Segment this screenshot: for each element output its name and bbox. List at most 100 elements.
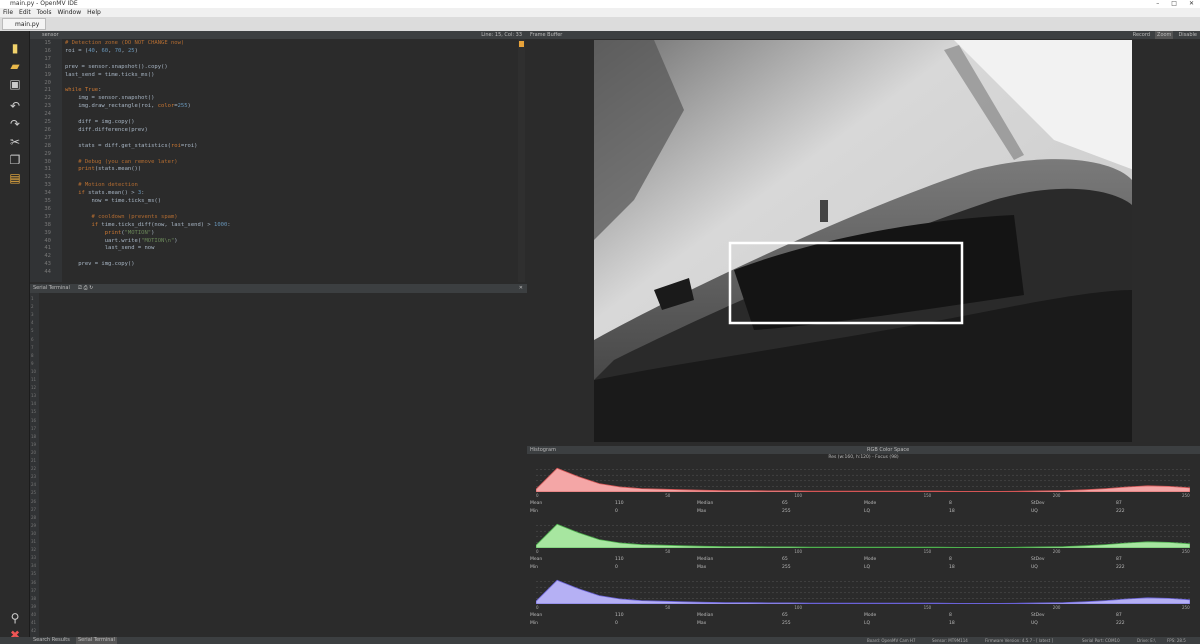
code-line: if time.ticks_diff(now, last_send) > 100… (65, 222, 230, 228)
connect-icon[interactable]: ⚲ (7, 611, 23, 625)
serial-line-number: 37 (31, 587, 37, 593)
code-token: 40 (88, 47, 95, 54)
line-number: 41 (44, 245, 51, 252)
code-token: roi (170, 142, 181, 149)
window-title: main.py - OpenMV IDE (10, 0, 78, 7)
line-number: 20 (44, 79, 51, 86)
line-number: 30 (44, 158, 51, 165)
code-token: stats = diff.get_statistics( (65, 142, 171, 149)
code-line: prev = sensor.snapshot().copy() (65, 64, 168, 70)
stat-value: 65 (782, 501, 788, 506)
close-icon[interactable]: ✕ (1189, 0, 1194, 8)
line-number: 34 (44, 190, 51, 197)
stat-label: Mean (530, 501, 543, 506)
line-number: 37 (44, 213, 51, 220)
line-number: 19 (44, 71, 51, 78)
x-tick-label: 250 (1182, 549, 1190, 554)
editor-document-label[interactable]: sensor (42, 31, 59, 39)
editor-scrollbar[interactable] (518, 39, 525, 282)
serial-line-number: 27 (31, 506, 37, 512)
x-tick-label: 0 (536, 549, 539, 554)
code-token: now = time.ticks_ms() (65, 198, 162, 204)
code-token: prev = sensor.snapshot().copy() (65, 63, 168, 70)
histogram-b (536, 576, 1190, 604)
code-token: 255 (177, 103, 188, 110)
menu-window[interactable]: Window (57, 8, 81, 17)
code-token: last_send = time.ticks_ms() (65, 71, 155, 78)
code-token: ) (134, 47, 138, 54)
copy-icon[interactable]: ❐ (7, 153, 23, 167)
stat-label: UQ (1031, 621, 1038, 626)
save-icon[interactable]: ▣ (7, 77, 23, 91)
x-tick-label: 150 (923, 549, 932, 554)
record-button[interactable]: Record (1133, 31, 1150, 39)
color-space-select[interactable]: RGB Color Space (867, 446, 909, 454)
zoom-button[interactable]: Zoom (1155, 31, 1174, 39)
x-tick-label: 0 (536, 605, 539, 610)
code-line: last_send = time.ticks_ms() (65, 72, 154, 78)
disable-button[interactable]: Disable (1178, 31, 1197, 39)
code-token: uart.write( (65, 237, 142, 244)
serial-line-number: 11 (31, 377, 37, 382)
stat-label: Median (697, 501, 714, 506)
status-board: Board: OpenMV Cam H7 (867, 638, 916, 643)
code-token: "MOTION\n" (141, 237, 175, 244)
stat-label: Median (697, 557, 714, 562)
serial-line-number: 5 (31, 328, 34, 334)
code-token: : (98, 87, 102, 94)
file-tab-main[interactable]: main.py (2, 18, 46, 30)
code-token: # Motion detection (65, 182, 138, 189)
minimize-icon[interactable]: – (1156, 0, 1159, 8)
open-folder-icon[interactable]: ▰ (7, 59, 23, 73)
redo-icon[interactable]: ↷ (7, 117, 23, 131)
tab-serial-terminal[interactable]: Serial Terminal (76, 637, 117, 644)
code-token: color (157, 103, 175, 110)
code-token: prev = img.copy() (65, 261, 135, 268)
code-token: , (121, 47, 128, 54)
file-tab-bar (0, 17, 1200, 31)
cut-icon[interactable]: ✂ (7, 135, 23, 149)
close-terminal-icon[interactable]: ✕ (519, 284, 523, 293)
code-token: # Detection zone (DO NOT CHANGE now) (65, 40, 185, 46)
serial-terminal[interactable] (30, 293, 525, 637)
histogram-subtitle: Res (w:160, h:120) - Focus (98) (828, 455, 899, 460)
x-tick-label: 0 (536, 493, 539, 498)
code-line: print("MOTION") (65, 230, 155, 236)
line-number: 40 (44, 237, 51, 244)
serial-line-number: 2 (31, 304, 34, 310)
code-token: stats.mean() > (84, 190, 138, 197)
stat-label: Median (697, 613, 714, 618)
serial-line-number: 8 (31, 352, 34, 358)
paste-icon[interactable]: ▤ (7, 171, 23, 185)
code-token: # cooldown (prevents spam) (65, 213, 178, 220)
line-number: 18 (44, 63, 51, 70)
serial-line-number: 6 (31, 336, 34, 342)
serial-line-number: 29 (31, 522, 37, 528)
code-token: diff = img.copy() (65, 119, 135, 125)
menu-file[interactable]: File (3, 8, 13, 17)
stat-label: UQ (1031, 509, 1038, 514)
serial-line-number: 32 (31, 547, 37, 553)
histogram-g (536, 520, 1190, 548)
clear-terminal-icon[interactable]: ⎚ ⎙ ↻ (78, 284, 93, 293)
serial-line-number: 21 (31, 458, 37, 463)
menu-help[interactable]: Help (87, 8, 101, 17)
code-line: # Motion detection (65, 182, 138, 188)
line-number: 27 (44, 134, 51, 141)
x-tick-label: 250 (1182, 605, 1190, 610)
maximize-icon[interactable]: □ (1171, 0, 1177, 8)
stat-value: 18 (949, 509, 955, 514)
menu-edit[interactable]: Edit (19, 8, 31, 17)
undo-icon[interactable]: ↶ (7, 99, 23, 113)
code-line: # cooldown (prevents spam) (65, 213, 178, 220)
stat-value: 18 (949, 565, 955, 570)
serial-line-number: 35 (31, 571, 37, 577)
tab-search-results[interactable]: Search Results (33, 637, 70, 644)
stat-value: 0 (615, 621, 618, 626)
frame-buffer-title: Frame Buffer (530, 32, 563, 38)
new-file-icon[interactable]: ▮ (7, 41, 23, 55)
serial-line-number: 9 (31, 360, 34, 366)
camera-frame[interactable] (594, 40, 1132, 442)
line-number: 24 (44, 111, 51, 118)
menu-tools[interactable]: Tools (37, 8, 52, 17)
